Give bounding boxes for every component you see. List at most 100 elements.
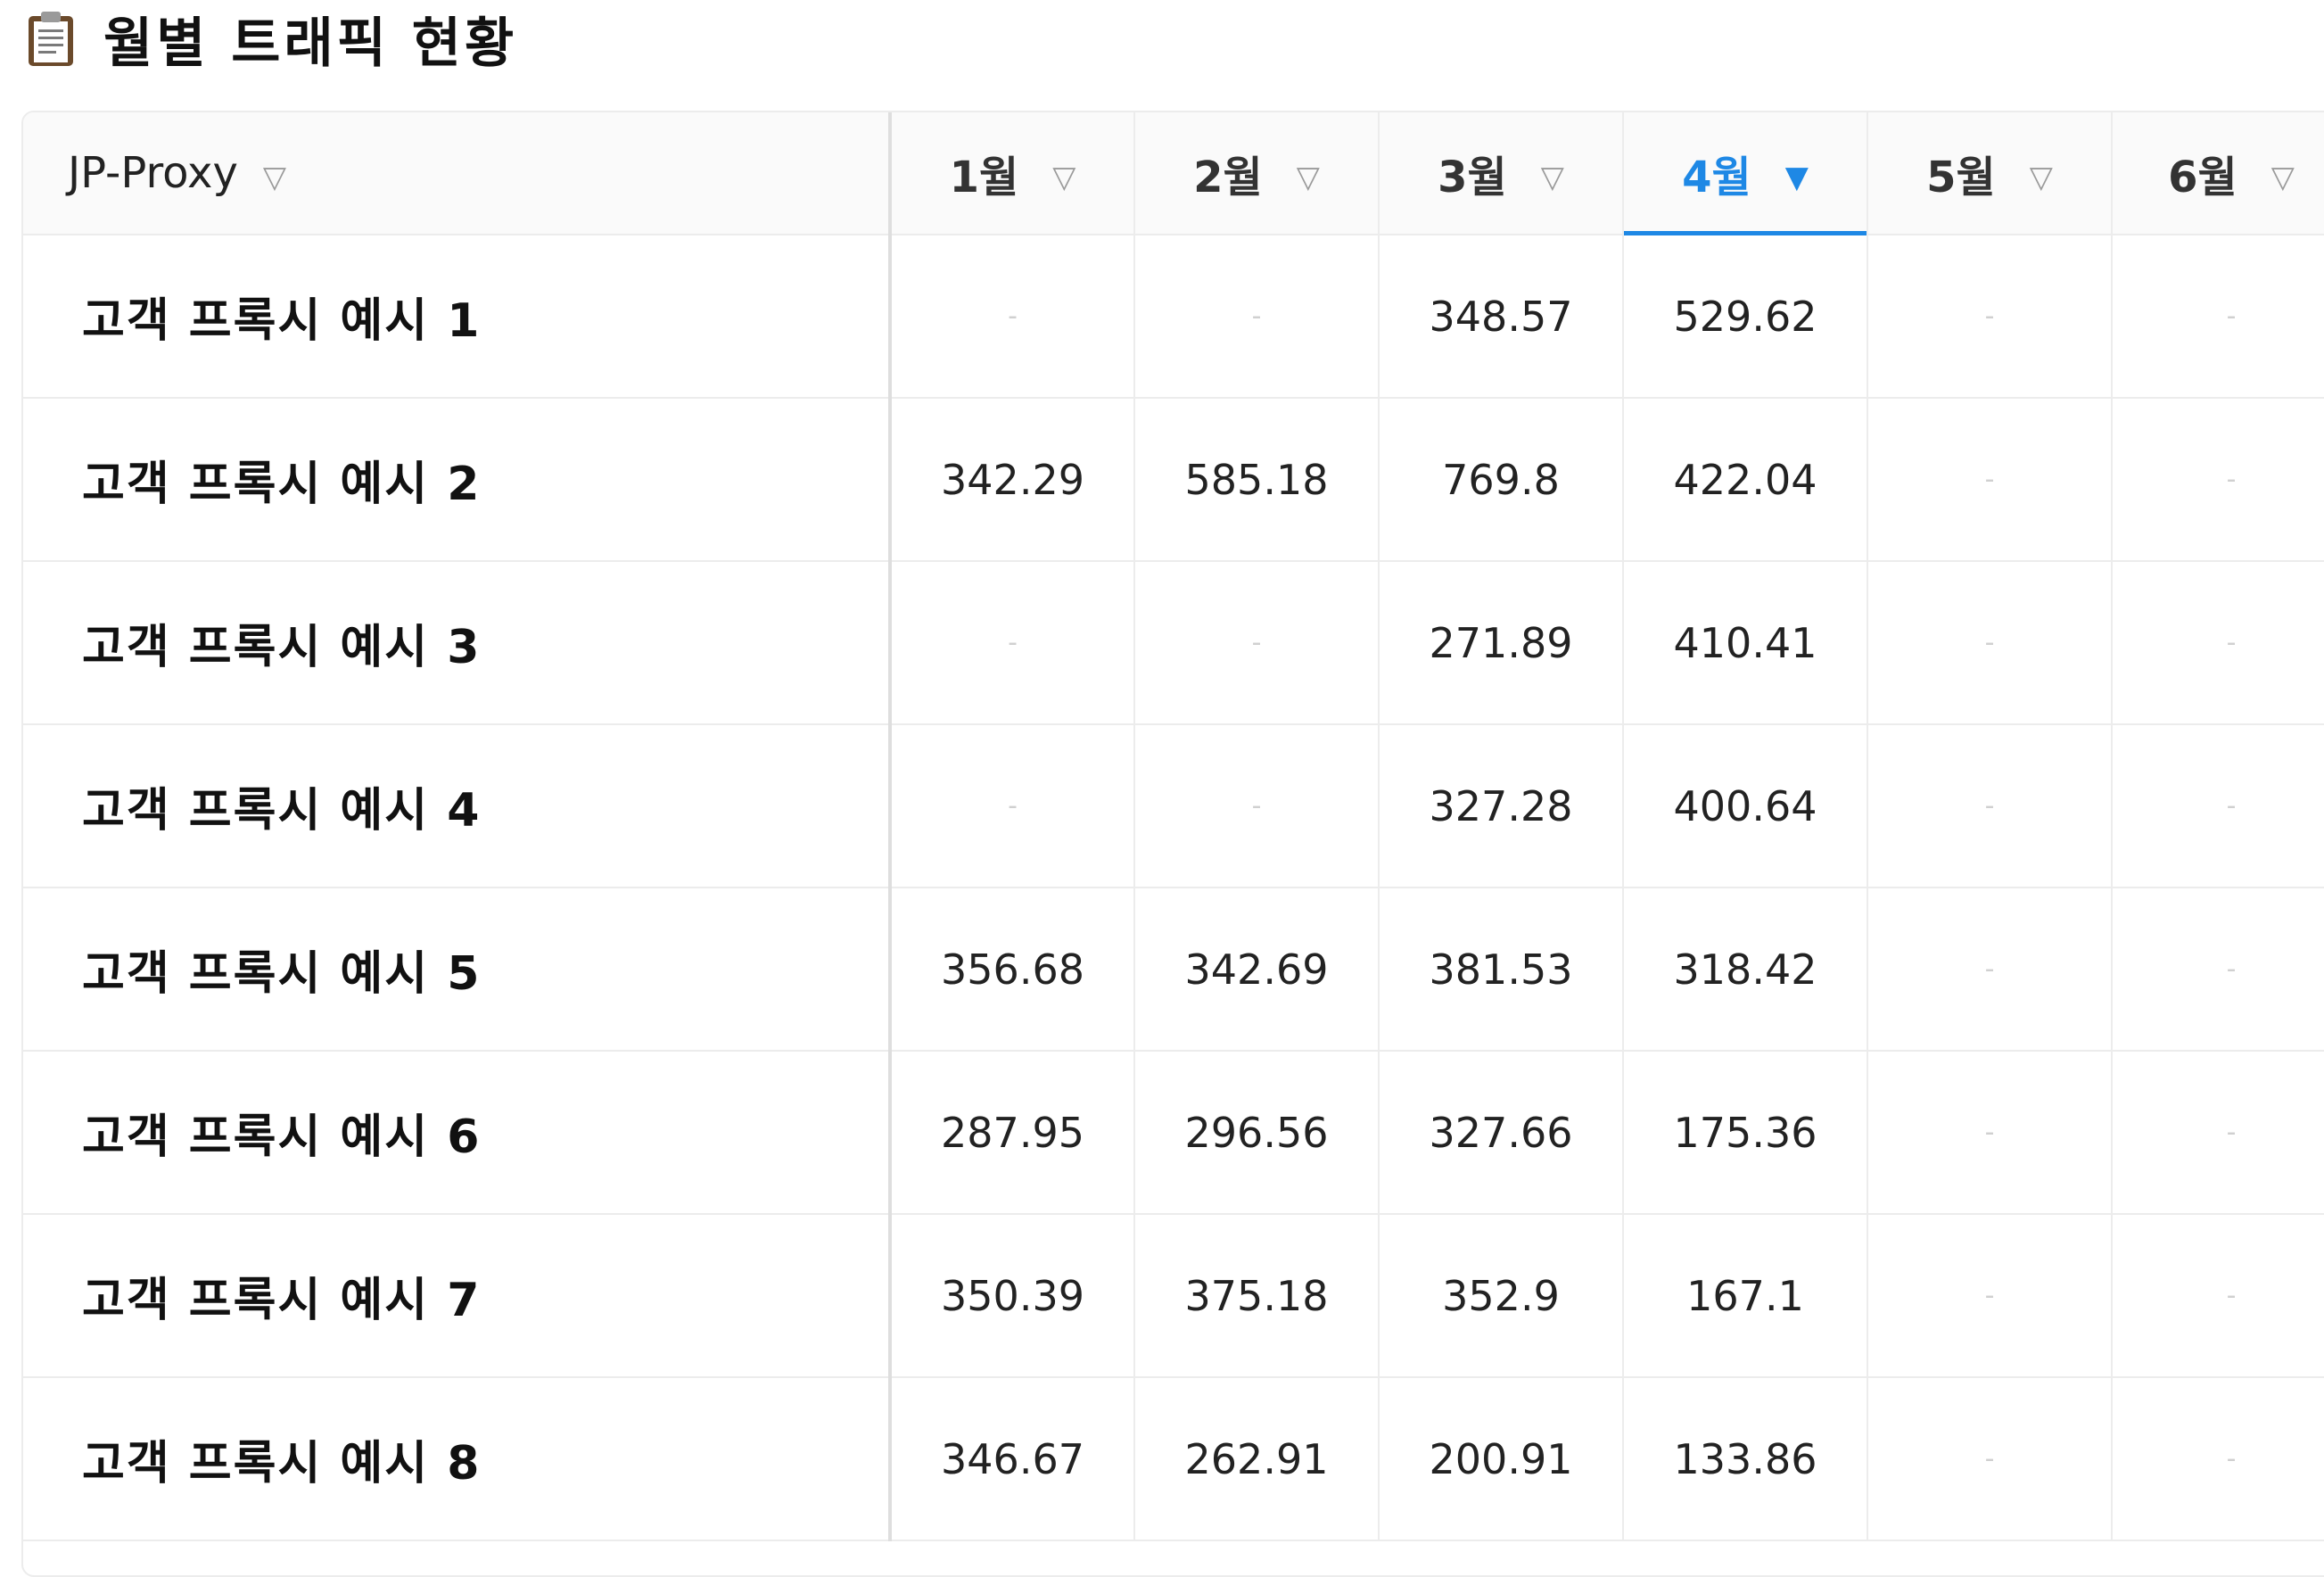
traffic-value-cell: -: [1867, 398, 2113, 562]
traffic-value-cell: 585.18: [1134, 398, 1380, 562]
column-header-month-3[interactable]: 3월 ▽: [1379, 112, 1624, 235]
table-row[interactable]: 고객 프록시 예시 8 346.67 262.91 200.91 133.86- -: [23, 1377, 2324, 1541]
column-header-month-6[interactable]: 6월 ▽: [2112, 112, 2324, 235]
traffic-value-cell: 296.56: [1134, 1051, 1380, 1215]
traffic-value-cell: 327.66: [1379, 1051, 1624, 1215]
traffic-table-card: JP-Proxy ▽ 1월 ▽ 2월 ▽ 3월 ▽ 4월 ▼ 5월 ▽ 6월 ▽ 고객 프록시 예시 1-…: [21, 111, 2324, 1577]
traffic-value-cell: 271.89: [1379, 561, 1624, 725]
traffic-value-cell: -: [890, 724, 1135, 888]
traffic-value-cell: 342.29: [890, 398, 1135, 562]
traffic-value-cell: -: [2112, 398, 2324, 562]
traffic-value-cell: 327.28: [1379, 724, 1624, 888]
clipboard-icon: [25, 9, 77, 68]
traffic-value-cell: 410.41: [1623, 561, 1868, 725]
traffic-value-cell: -: [1867, 561, 2113, 725]
filter-outline-icon[interactable]: ▽: [1052, 160, 1075, 195]
table-row[interactable]: 고객 프록시 예시 7 350.39 375.18 352.9 167.1- -: [23, 1214, 2324, 1378]
traffic-value-cell: 175.36: [1623, 1051, 1868, 1215]
traffic-value-cell: -: [1134, 235, 1380, 399]
proxy-name-cell: 고객 프록시 예시 4: [23, 724, 892, 888]
traffic-value-cell: -: [1867, 724, 2113, 888]
column-header-label: 6월: [2168, 153, 2237, 202]
table-row[interactable]: 고객 프록시 예시 6 287.95 296.56 327.66 175.36- -: [23, 1051, 2324, 1215]
column-header-month-5[interactable]: 5월 ▽: [1867, 112, 2113, 235]
column-header-content: 3월 ▽: [1380, 112, 1622, 234]
proxy-name-cell: 고객 프록시 예시 6: [23, 1051, 892, 1215]
traffic-value-cell: 350.39: [890, 1214, 1135, 1378]
traffic-value-cell: -: [1867, 1214, 2113, 1378]
proxy-name-cell: 고객 프록시 예시 8: [23, 1377, 892, 1541]
traffic-value-cell: 352.9: [1379, 1214, 1624, 1378]
traffic-value-cell: -: [2112, 561, 2324, 725]
traffic-value-cell: 400.64: [1623, 724, 1868, 888]
filter-outline-icon[interactable]: ▽: [2271, 160, 2295, 195]
column-header-content: 4월 ▼: [1624, 112, 1867, 234]
column-header-month-2[interactable]: 2월 ▽: [1134, 112, 1380, 235]
traffic-value-cell: 167.1: [1623, 1214, 1868, 1378]
filter-outline-icon[interactable]: ▽: [263, 160, 286, 195]
column-header-label: 1월: [949, 153, 1019, 202]
traffic-value-cell: -: [2112, 724, 2324, 888]
traffic-table: JP-Proxy ▽ 1월 ▽ 2월 ▽ 3월 ▽ 4월 ▼ 5월 ▽ 6월 ▽ 고객 프록시 예시 1-…: [23, 112, 2324, 1541]
table-row[interactable]: 고객 프록시 예시 4- -327.28 400.64- -: [23, 724, 2324, 888]
traffic-value-cell: 133.86: [1623, 1377, 1868, 1541]
traffic-value-cell: 529.62: [1623, 235, 1868, 399]
page-header: 월별 트래픽 현황: [25, 0, 517, 77]
traffic-value-cell: 348.57: [1379, 235, 1624, 399]
traffic-value-cell: -: [2112, 1051, 2324, 1215]
traffic-value-cell: 375.18: [1134, 1214, 1380, 1378]
table-header: JP-Proxy ▽ 1월 ▽ 2월 ▽ 3월 ▽ 4월 ▼ 5월 ▽ 6월 ▽: [23, 112, 2324, 235]
traffic-value-cell: -: [2112, 1377, 2324, 1541]
traffic-value-cell: -: [1867, 888, 2113, 1052]
proxy-name-cell: 고객 프록시 예시 5: [23, 888, 892, 1052]
traffic-value-cell: -: [1867, 1377, 2113, 1541]
traffic-value-cell: 356.68: [890, 888, 1135, 1052]
proxy-name-cell: 고객 프록시 예시 7: [23, 1214, 892, 1378]
table-row[interactable]: 고객 프록시 예시 3- -271.89 410.41- -: [23, 561, 2324, 725]
column-header-label: JP-Proxy: [68, 148, 238, 198]
filter-outline-icon[interactable]: ▽: [2030, 160, 2053, 195]
column-header-content: 6월 ▽: [2113, 112, 2324, 234]
traffic-value-cell: -: [1867, 235, 2113, 399]
table-body: 고객 프록시 예시 1- -348.57 529.62- - 고객 프록시 예시 2 34…: [23, 235, 2324, 1541]
proxy-name-cell: 고객 프록시 예시 2: [23, 398, 892, 562]
traffic-value-cell: -: [2112, 1214, 2324, 1378]
traffic-value-cell: -: [2112, 888, 2324, 1052]
proxy-name-cell: 고객 프록시 예시 1: [23, 235, 892, 399]
traffic-value-cell: -: [890, 235, 1135, 399]
traffic-value-cell: -: [1134, 561, 1380, 725]
traffic-value-cell: 342.69: [1134, 888, 1380, 1052]
traffic-value-cell: 318.42: [1623, 888, 1868, 1052]
column-header-content: 1월 ▽: [892, 112, 1133, 234]
column-header-content: JP-Proxy ▽: [23, 112, 888, 234]
column-header-month-1[interactable]: 1월 ▽: [890, 112, 1135, 235]
column-header-content: 5월 ▽: [1868, 112, 2111, 234]
traffic-value-cell: -: [890, 561, 1135, 725]
column-header-label: 4월: [1682, 153, 1751, 202]
column-header-proxy[interactable]: JP-Proxy ▽: [23, 112, 892, 235]
traffic-value-cell: 381.53: [1379, 888, 1624, 1052]
traffic-value-cell: -: [2112, 235, 2324, 399]
table-row[interactable]: 고객 프록시 예시 2 342.29 585.18 769.8 422.04- -: [23, 398, 2324, 562]
traffic-value-cell: 346.67: [890, 1377, 1135, 1541]
traffic-value-cell: 200.91: [1379, 1377, 1624, 1541]
table-row[interactable]: 고객 프록시 예시 5 356.68 342.69 381.53 318.42- -: [23, 888, 2324, 1052]
traffic-value-cell: 262.91: [1134, 1377, 1380, 1541]
traffic-value-cell: -: [1134, 724, 1380, 888]
header-row: JP-Proxy ▽ 1월 ▽ 2월 ▽ 3월 ▽ 4월 ▼ 5월 ▽ 6월 ▽: [23, 112, 2324, 235]
traffic-value-cell: 422.04: [1623, 398, 1868, 562]
column-header-content: 2월 ▽: [1135, 112, 1378, 234]
traffic-value-cell: 287.95: [890, 1051, 1135, 1215]
filter-outline-icon[interactable]: ▽: [1297, 160, 1320, 195]
filter-outline-icon[interactable]: ▽: [1541, 160, 1564, 195]
proxy-name-cell: 고객 프록시 예시 3: [23, 561, 892, 725]
column-header-label: 3월: [1438, 153, 1507, 202]
traffic-value-cell: 769.8: [1379, 398, 1624, 562]
traffic-value-cell: -: [1867, 1051, 2113, 1215]
column-header-label: 5월: [1926, 153, 1996, 202]
filter-filled-icon[interactable]: ▼: [1785, 160, 1809, 195]
table-row[interactable]: 고객 프록시 예시 1- -348.57 529.62- -: [23, 235, 2324, 399]
page-title: 월별 트래픽 현황: [103, 12, 518, 75]
column-header-label: 2월: [1193, 153, 1263, 202]
column-header-month-4[interactable]: 4월 ▼: [1623, 112, 1868, 235]
